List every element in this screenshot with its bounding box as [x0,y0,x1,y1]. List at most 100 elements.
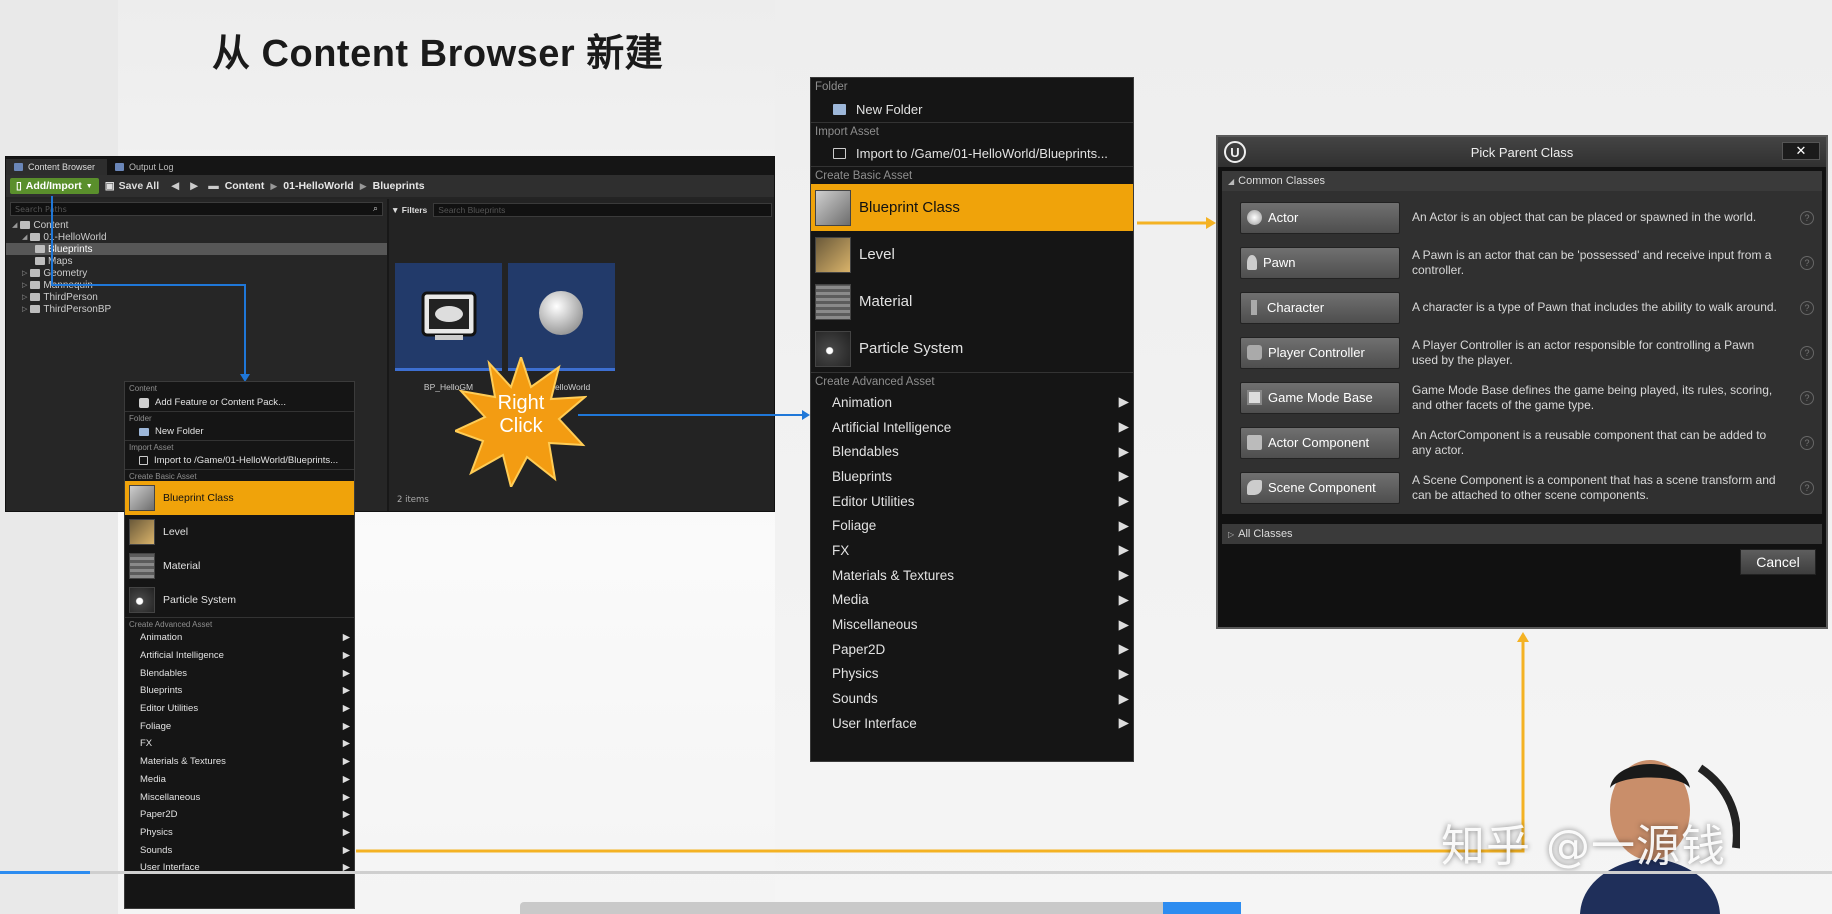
menu-item-import-to[interactable]: Import to /Game/01-HelloWorld/Blueprints… [811,140,1133,166]
menu-item-materials-textures[interactable]: Materials & Textures [811,563,1133,588]
menu-item-editor-utilities[interactable]: Editor Utilities [125,700,354,718]
menu-item-materials-textures[interactable]: Materials & Textures [125,753,354,771]
menu-item-label: Paper2D [832,641,886,657]
menu-item-particle-system[interactable]: Particle System [811,325,1133,372]
class-description: A Scene Component is a component that ha… [1412,472,1776,502]
menu-item-fx[interactable]: FX [125,735,354,753]
menu-item-sounds[interactable]: Sounds [125,841,354,859]
class-name: Player Controller [1268,345,1365,360]
menu-item-label: Add Feature or Content Pack... [155,397,286,408]
menu-item-label: Blendables [140,667,188,679]
menu-item-animation[interactable]: Animation [811,390,1133,415]
help-icon[interactable]: ? [1800,435,1814,450]
game-mode-base-class-button[interactable]: Game Mode Base [1240,381,1400,414]
class-description: A character is a type of Pawn that inclu… [1412,300,1777,314]
arrowhead-icon [1517,632,1529,642]
arrow-blue-tree-to-menu [51,196,246,378]
menu-item-miscellaneous[interactable]: Miscellaneous [125,788,354,806]
menu-item-new-folder[interactable]: New Folder [811,96,1133,122]
menu-item-material[interactable]: Material [125,549,354,583]
menu-item-particle-system[interactable]: Particle System [125,583,354,617]
character-class-button[interactable]: Character [1240,291,1400,324]
player-controller-class-button[interactable]: Player Controller [1240,336,1400,369]
menu-item-user-interface[interactable]: User Interface [811,711,1133,736]
menu-item-foliage[interactable]: Foliage [811,513,1133,538]
menu-item-miscellaneous[interactable]: Miscellaneous [811,612,1133,637]
menu-item-new-folder[interactable]: New Folder [125,423,354,440]
actor-component-class-button[interactable]: Actor Component [1240,426,1400,459]
menu-item-blueprint-class[interactable]: Blueprint Class [811,184,1133,231]
menu-item-label: Level [859,246,895,263]
help-icon[interactable]: ? [1800,390,1814,405]
right-click-label: Right Click [455,392,587,438]
menu-item-blueprint-class[interactable]: Blueprint Class [125,481,354,515]
menu-item-material[interactable]: Material [811,278,1133,325]
menu-item-media[interactable]: Media [125,771,354,789]
menu-item-sounds[interactable]: Sounds [811,686,1133,711]
menu-item-foliage[interactable]: Foliage [125,717,354,735]
menu-item-paper2d[interactable]: Paper2D [811,637,1133,662]
menu-item-label: Import to /Game/01-HelloWorld/Blueprints… [154,455,339,466]
menu-item-level[interactable]: Level [811,231,1133,278]
menu-item-label: Foliage [140,720,172,732]
pawn-class-button[interactable]: Pawn [1240,246,1400,279]
cancel-button[interactable]: Cancel [1740,549,1816,575]
context-menu-large: Folder New Folder Import Asset Import to… [810,77,1134,762]
menu-item-blendables[interactable]: Blendables [811,439,1133,464]
class-row-player-controller: Player Controller A Player Controller is … [1222,330,1822,375]
menu-item-label: Physics [140,826,173,838]
bottom-scrollbar[interactable] [520,902,1240,914]
scene-component-icon [1247,480,1262,495]
class-description: Game Mode Base defines the game being pl… [1412,382,1773,412]
menu-item-label: Material [859,293,913,310]
help-icon[interactable]: ? [1800,300,1814,315]
menu-item-editor-utilities[interactable]: Editor Utilities [811,489,1133,514]
common-classes-header[interactable]: ◢ Common Classes [1222,171,1822,191]
menu-item-label: Blueprints [140,685,183,697]
menu-item-physics[interactable]: Physics [125,824,354,842]
menu-item-fx[interactable]: FX [811,538,1133,563]
class-row-character: Character A character is a type of Pawn t… [1222,285,1822,330]
help-icon[interactable]: ? [1800,480,1814,495]
menu-item-import-to[interactable]: Import to /Game/01-HelloWorld/Blueprints… [125,452,354,469]
class-description: An Actor is an object that can be placed… [1412,210,1757,224]
context-menu-small: Content Add Feature or Content Pack... F… [124,381,355,909]
particle-icon [129,587,155,613]
pawn-icon [1247,255,1257,270]
menu-item-blueprints[interactable]: Blueprints [811,464,1133,489]
help-icon[interactable]: ? [1800,210,1814,225]
menu-item-physics[interactable]: Physics [811,662,1133,687]
menu-item-media[interactable]: Media [811,588,1133,613]
menu-header-advanced: Create Advanced Asset [125,617,354,629]
menu-item-artificial-intelligence[interactable]: Artificial Intelligence [811,415,1133,440]
new-folder-icon [833,103,846,115]
menu-item-paper2d[interactable]: Paper2D [125,806,354,824]
material-icon [815,283,851,320]
menu-item-label: Sounds [140,844,173,856]
menu-header-folder: Folder [125,411,354,423]
character-icon [1251,300,1257,315]
all-classes-header[interactable]: ▷ All Classes [1222,524,1822,544]
close-button[interactable]: ✕ [1782,142,1820,160]
menu-item-label: Import to /Game/01-HelloWorld/Blueprints… [856,145,1108,161]
menu-item-add-feature[interactable]: Add Feature or Content Pack... [125,394,354,411]
help-icon[interactable]: ? [1800,345,1814,360]
video-progress-track[interactable] [0,871,1832,874]
blueprint-icon [815,189,851,226]
level-icon [129,519,155,545]
menu-item-label: User Interface [832,715,917,731]
help-icon[interactable]: ? [1800,255,1814,270]
menu-item-blueprints[interactable]: Blueprints [125,682,354,700]
menu-item-artificial-intelligence[interactable]: Artificial Intelligence [125,647,354,665]
scene-component-class-button[interactable]: Scene Component [1240,471,1400,504]
class-name: Actor Component [1268,435,1370,450]
menu-item-label: Animation [140,632,183,644]
menu-item-animation[interactable]: Animation [125,629,354,647]
menu-item-level[interactable]: Level [125,515,354,549]
menu-item-blendables[interactable]: Blendables [125,664,354,682]
menu-item-label: Materials & Textures [140,756,226,768]
class-name: Actor [1268,210,1299,225]
class-name: Scene Component [1268,480,1376,495]
actor-class-button[interactable]: Actor [1240,201,1400,234]
bottom-scrollbar-thumb[interactable] [1163,902,1241,914]
